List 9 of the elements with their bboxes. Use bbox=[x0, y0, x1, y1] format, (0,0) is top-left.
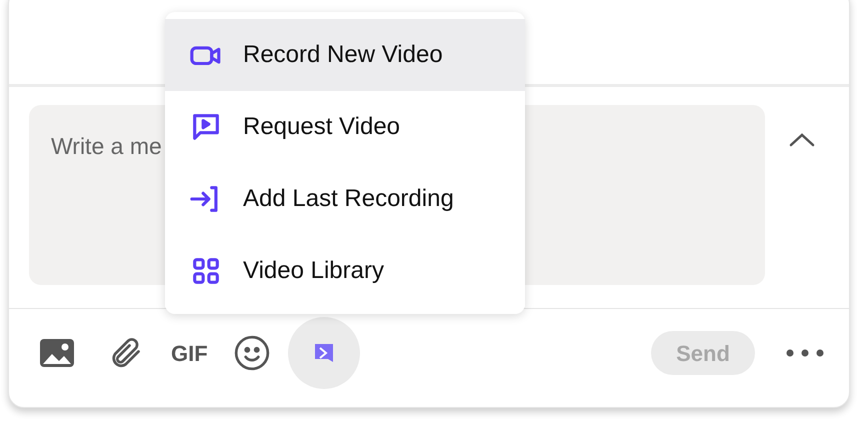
menu-item[interactable]: Request Video bbox=[165, 91, 525, 163]
image-icon bbox=[39, 338, 75, 368]
menu-item[interactable]: Record New Video bbox=[165, 19, 525, 91]
menu-item[interactable]: Video Library bbox=[165, 235, 525, 307]
menu-item[interactable]: Add Last Recording bbox=[165, 163, 525, 235]
gif-button[interactable]: GIF bbox=[171, 336, 208, 370]
smiley-icon bbox=[232, 334, 271, 372]
more-icon bbox=[786, 349, 824, 357]
chevron-up-icon bbox=[789, 132, 815, 148]
